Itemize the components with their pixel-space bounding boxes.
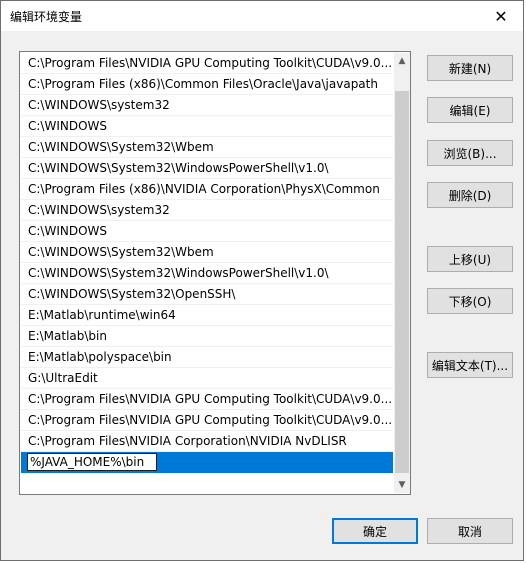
list-item-editing[interactable] — [21, 452, 393, 473]
edit-env-var-dialog: 编辑环境变量 ✕ C:\Program Files\NVIDIA GPU Com… — [0, 0, 524, 561]
list-item[interactable]: C:\WINDOWS\System32\Wbem — [21, 137, 393, 158]
ok-button[interactable]: 确定 — [332, 518, 418, 544]
list-item[interactable]: G:\UltraEdit — [21, 368, 393, 389]
list-item[interactable]: C:\WINDOWS\System32\WindowsPowerShell\v1… — [21, 263, 393, 284]
title-bar: 编辑环境变量 ✕ — [1, 1, 523, 31]
path-list[interactable]: C:\Program Files\NVIDIA GPU Computing To… — [19, 51, 411, 495]
list-item[interactable]: C:\Program Files\NVIDIA GPU Computing To… — [21, 389, 393, 410]
move-up-button[interactable]: 上移(U) — [427, 246, 513, 272]
list-item[interactable]: C:\Program Files\NVIDIA GPU Computing To… — [21, 53, 393, 74]
list-item[interactable]: E:\Matlab\runtime\win64 — [21, 305, 393, 326]
list-item[interactable]: C:\Program Files (x86)\NVIDIA Corporatio… — [21, 179, 393, 200]
move-down-button[interactable]: 下移(O) — [427, 288, 513, 314]
list-item[interactable]: C:\Program Files\NVIDIA GPU Computing To… — [21, 410, 393, 431]
edit-button[interactable]: 编辑(E) — [427, 97, 513, 123]
new-button[interactable]: 新建(N) — [427, 55, 513, 81]
edit-text-button[interactable]: 编辑文本(T)... — [427, 352, 513, 378]
list-item[interactable]: C:\WINDOWS\system32 — [21, 95, 393, 116]
vertical-scrollbar[interactable]: ▲ ▼ — [394, 53, 410, 493]
list-item[interactable]: C:\WINDOWS\system32 — [21, 200, 393, 221]
cancel-button[interactable]: 取消 — [427, 518, 513, 544]
path-edit-input[interactable] — [27, 453, 157, 471]
list-item[interactable]: C:\WINDOWS — [21, 116, 393, 137]
list-item[interactable]: C:\WINDOWS\System32\WindowsPowerShell\v1… — [21, 158, 393, 179]
chevron-up-icon[interactable]: ▲ — [394, 53, 410, 69]
list-item[interactable]: C:\Program Files (x86)\Common Files\Orac… — [21, 74, 393, 95]
chevron-down-icon[interactable]: ▼ — [394, 477, 410, 493]
list-item[interactable]: C:\WINDOWS\System32\OpenSSH\ — [21, 284, 393, 305]
delete-button[interactable]: 删除(D) — [427, 182, 513, 208]
browse-button[interactable]: 浏览(B)... — [427, 140, 513, 166]
path-list-rows: C:\Program Files\NVIDIA GPU Computing To… — [21, 53, 393, 473]
scrollbar-thumb[interactable] — [395, 91, 409, 473]
dialog-title: 编辑环境变量 — [10, 10, 83, 24]
list-item[interactable]: C:\Program Files\NVIDIA Corporation\NVID… — [21, 431, 393, 452]
list-item[interactable]: C:\WINDOWS — [21, 221, 393, 242]
list-item[interactable]: E:\Matlab\bin — [21, 326, 393, 347]
close-icon[interactable]: ✕ — [479, 1, 523, 31]
list-item[interactable]: E:\Matlab\polyspace\bin — [21, 347, 393, 368]
list-item[interactable]: C:\WINDOWS\System32\Wbem — [21, 242, 393, 263]
